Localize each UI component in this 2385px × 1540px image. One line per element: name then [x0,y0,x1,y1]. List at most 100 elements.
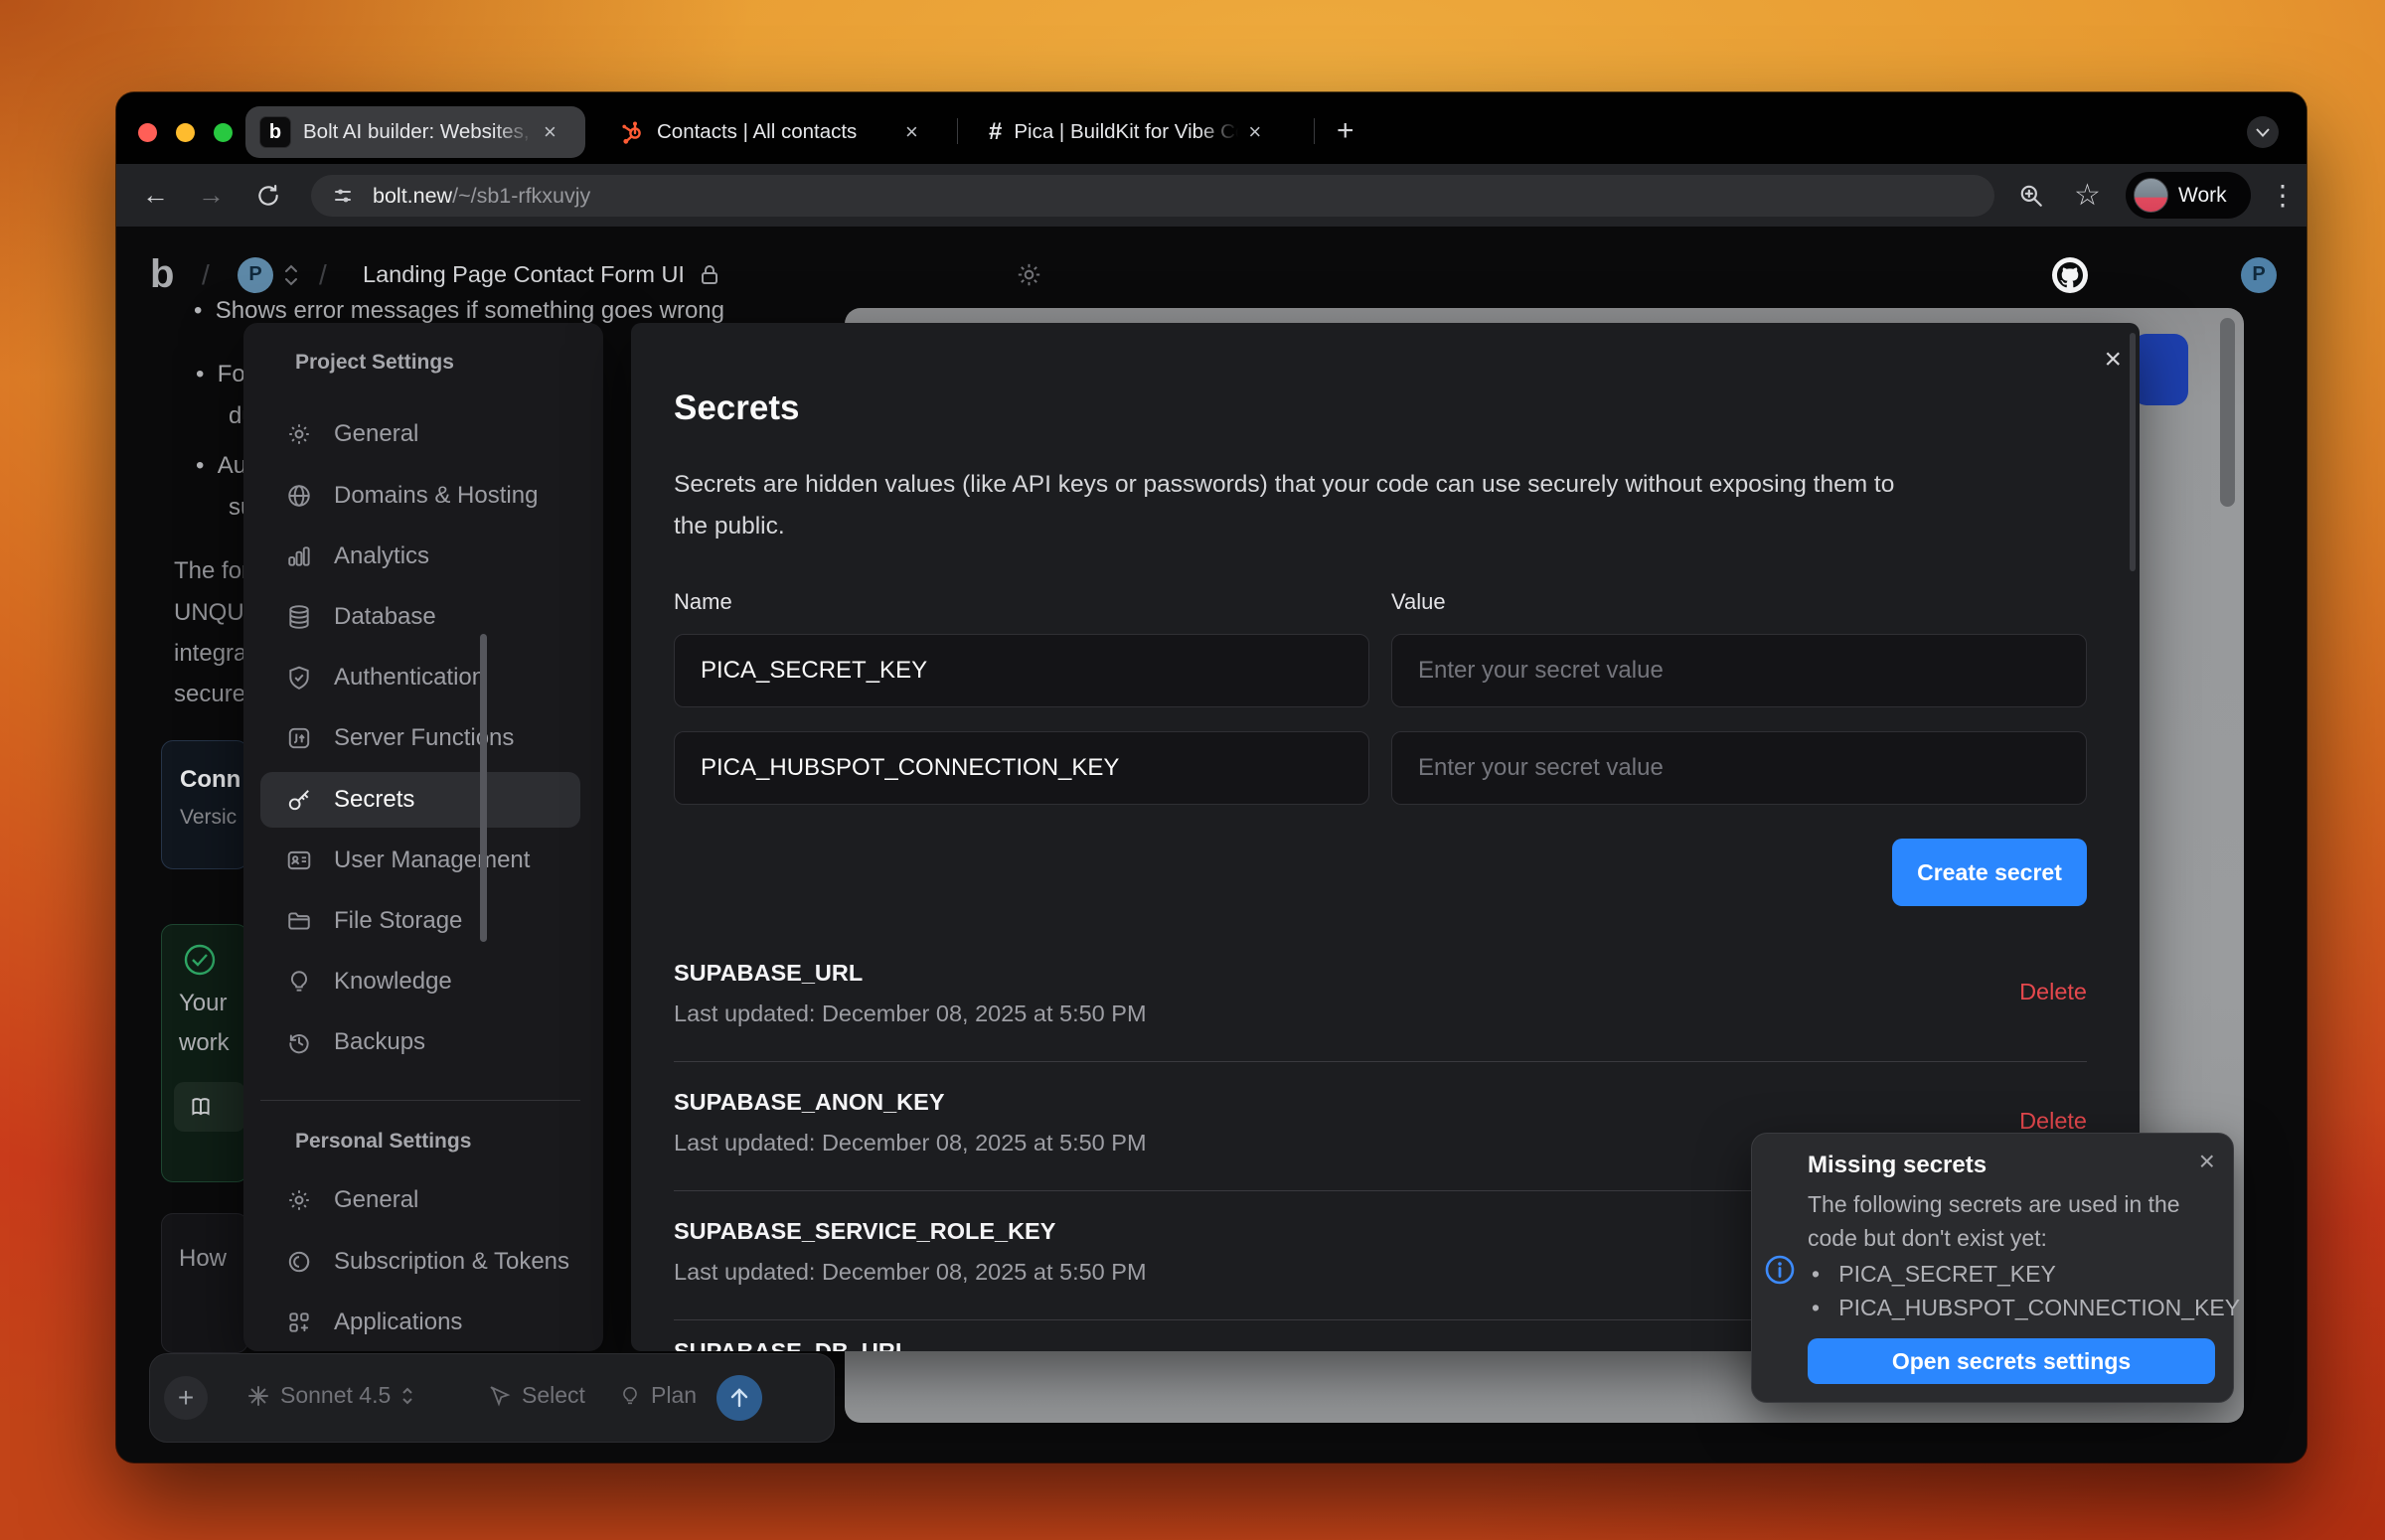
sidebar-item-applications[interactable]: Applications [260,1295,580,1350]
forward-button[interactable]: → [198,164,225,227]
sidebar-item-general[interactable]: General [260,406,580,462]
traffic-close-button[interactable] [138,123,157,142]
globe-icon [288,485,310,507]
url-path: /~/sb1-rfkxuvjy [452,183,591,208]
back-button[interactable]: ← [142,164,169,227]
tab-pica[interactable]: # Pica | BuildKit for Vibe Coding × [971,106,1299,158]
user-avatar[interactable]: P [2241,227,2277,323]
chevron-down-icon [2256,127,2270,137]
cursor-icon [490,1385,511,1407]
secret-updated: Last updated: December 08, 2025 at 5:50 … [674,1130,1147,1155]
secret-value-input[interactable] [1391,634,2087,707]
secret-name-input[interactable] [674,634,1369,707]
sidebar-item-server-functions[interactable]: Server Functions [260,710,580,766]
sidebar-item-label: Secrets [334,786,415,813]
hash-icon: # [989,118,1003,145]
chat-input-bar[interactable]: + Sonnet 4.5 Select Plan [149,1353,835,1443]
spark-icon [248,1385,268,1406]
book-icon [192,1098,210,1116]
traffic-minimize-button[interactable] [176,123,195,142]
tab-search-button[interactable] [2247,116,2279,148]
chat-text-fragment: Versic [180,806,238,829]
chat-text-fragment: Conn [180,766,241,793]
modal-scrollbar-thumb[interactable] [2130,333,2136,571]
select-tool[interactable]: Select [488,1382,585,1409]
traffic-zoom-button[interactable] [214,123,233,142]
tab-strip: b Bolt AI builder: Websites, app × Conta… [116,92,2306,164]
preview-scrollbar-thumb[interactable] [2220,318,2235,507]
sidebar-item-label: File Storage [334,907,463,934]
toast-close-icon[interactable]: × [2199,1146,2215,1177]
check-circle-icon [184,944,216,976]
zoom-icon[interactable] [2018,164,2044,227]
reload-button[interactable] [255,164,281,227]
toast-body-line: The following secrets are used in the [1808,1191,2180,1217]
chat-text-fragment: How [179,1245,228,1272]
sidebar-scrollbar-thumb[interactable] [480,634,487,942]
select-label: Select [522,1382,585,1408]
address-bar[interactable]: bolt.new /~/sb1-rfkxuvjy [311,175,1994,217]
bolt-logo[interactable]: b [150,227,174,323]
open-secrets-settings-button[interactable]: Open secrets settings [1808,1338,2215,1384]
send-button[interactable] [716,1375,762,1421]
tab-close-icon[interactable]: × [1248,119,1261,145]
modal-close-icon[interactable]: × [2104,345,2122,375]
sidebar-item-authentication[interactable]: Authentication [260,650,580,705]
sidebar-item-secrets[interactable]: Secrets [260,772,580,828]
sidebar-item-knowledge[interactable]: Knowledge [260,954,580,1009]
tab-close-icon[interactable]: × [544,119,556,145]
secret-value-input[interactable] [1391,731,2087,805]
toast-title: Missing secrets [1808,1152,1988,1178]
sidebar-item-backups[interactable]: Backups [260,1014,580,1070]
tab-contacts[interactable]: Contacts | All contacts × [603,106,941,158]
hubspot-icon [622,121,641,144]
lightbulb-icon [623,1386,637,1404]
chat-text-fragment: • Au [196,452,247,479]
delete-button[interactable]: Delete [2019,979,2087,1005]
tab-bolt[interactable]: b Bolt AI builder: Websites, app × [245,106,585,158]
docs-button[interactable] [174,1082,245,1132]
new-tab-button[interactable]: + [1337,116,1354,146]
sidebar-item-domains[interactable]: Domains & Hosting [260,468,580,524]
tab-close-icon[interactable]: × [905,119,918,145]
chat-text-fragment: work [179,1029,230,1056]
secrets-title: Secrets [674,388,800,427]
key-icon [288,790,309,811]
secret-updated: Last updated: December 08, 2025 at 5:50 … [674,1001,1147,1026]
toast-missing-item: • PICA_SECRET_KEY [1812,1261,2056,1287]
site-settings-icon[interactable] [331,184,355,208]
model-selector[interactable]: Sonnet 4.5 [246,1382,414,1409]
lightbulb-icon [290,971,308,992]
attach-button[interactable]: + [164,1376,208,1420]
create-secret-button[interactable]: Create secret [1892,839,2087,906]
secret-name: SUPABASE_ANON_KEY [674,1089,945,1115]
browser-menu-icon[interactable]: ⋮ [2269,164,2297,227]
sidebar-item-file-storage[interactable]: File Storage [260,893,580,949]
gear-icon [289,1190,309,1210]
connect-card [161,740,248,869]
profile-avatar [2134,178,2168,213]
secret-updated: Last updated: December 08, 2025 at 5:50 … [674,1259,1147,1285]
plan-label: Plan [651,1382,698,1408]
secret-name: SUPABASE_SERVICE_ROLE_KEY [674,1218,1056,1244]
bar-chart-icon [288,546,310,566]
sidebar-item-label: Subscription & Tokens [334,1248,570,1275]
profile-chip[interactable]: Work [2126,172,2251,219]
tab-title: Pica | BuildKit for Vibe Coding [1014,120,1239,144]
sidebar-item-analytics[interactable]: Analytics [260,529,580,584]
lock-icon [701,264,717,284]
sidebar-item-database[interactable]: Database [260,589,580,645]
delete-button[interactable]: Delete [2019,1108,2087,1135]
url-host: bolt.new [373,183,453,208]
sidebar-item-personal-general[interactable]: General [260,1172,580,1228]
sidebar-item-label: Backups [334,1028,426,1055]
sidebar-item-subscription[interactable]: Subscription & Tokens [260,1234,580,1290]
bookmark-star-icon[interactable]: ☆ [2074,164,2101,227]
name-label: Name [674,589,732,614]
value-label: Value [1391,589,1446,614]
sidebar-item-user-management[interactable]: User Management [260,833,580,888]
secret-name-input[interactable] [674,731,1369,805]
select-chevrons-icon [402,1387,412,1404]
toast-missing-item: • PICA_HUBSPOT_CONNECTION_KEY [1812,1295,2241,1320]
plan-tool[interactable]: Plan [619,1382,697,1409]
